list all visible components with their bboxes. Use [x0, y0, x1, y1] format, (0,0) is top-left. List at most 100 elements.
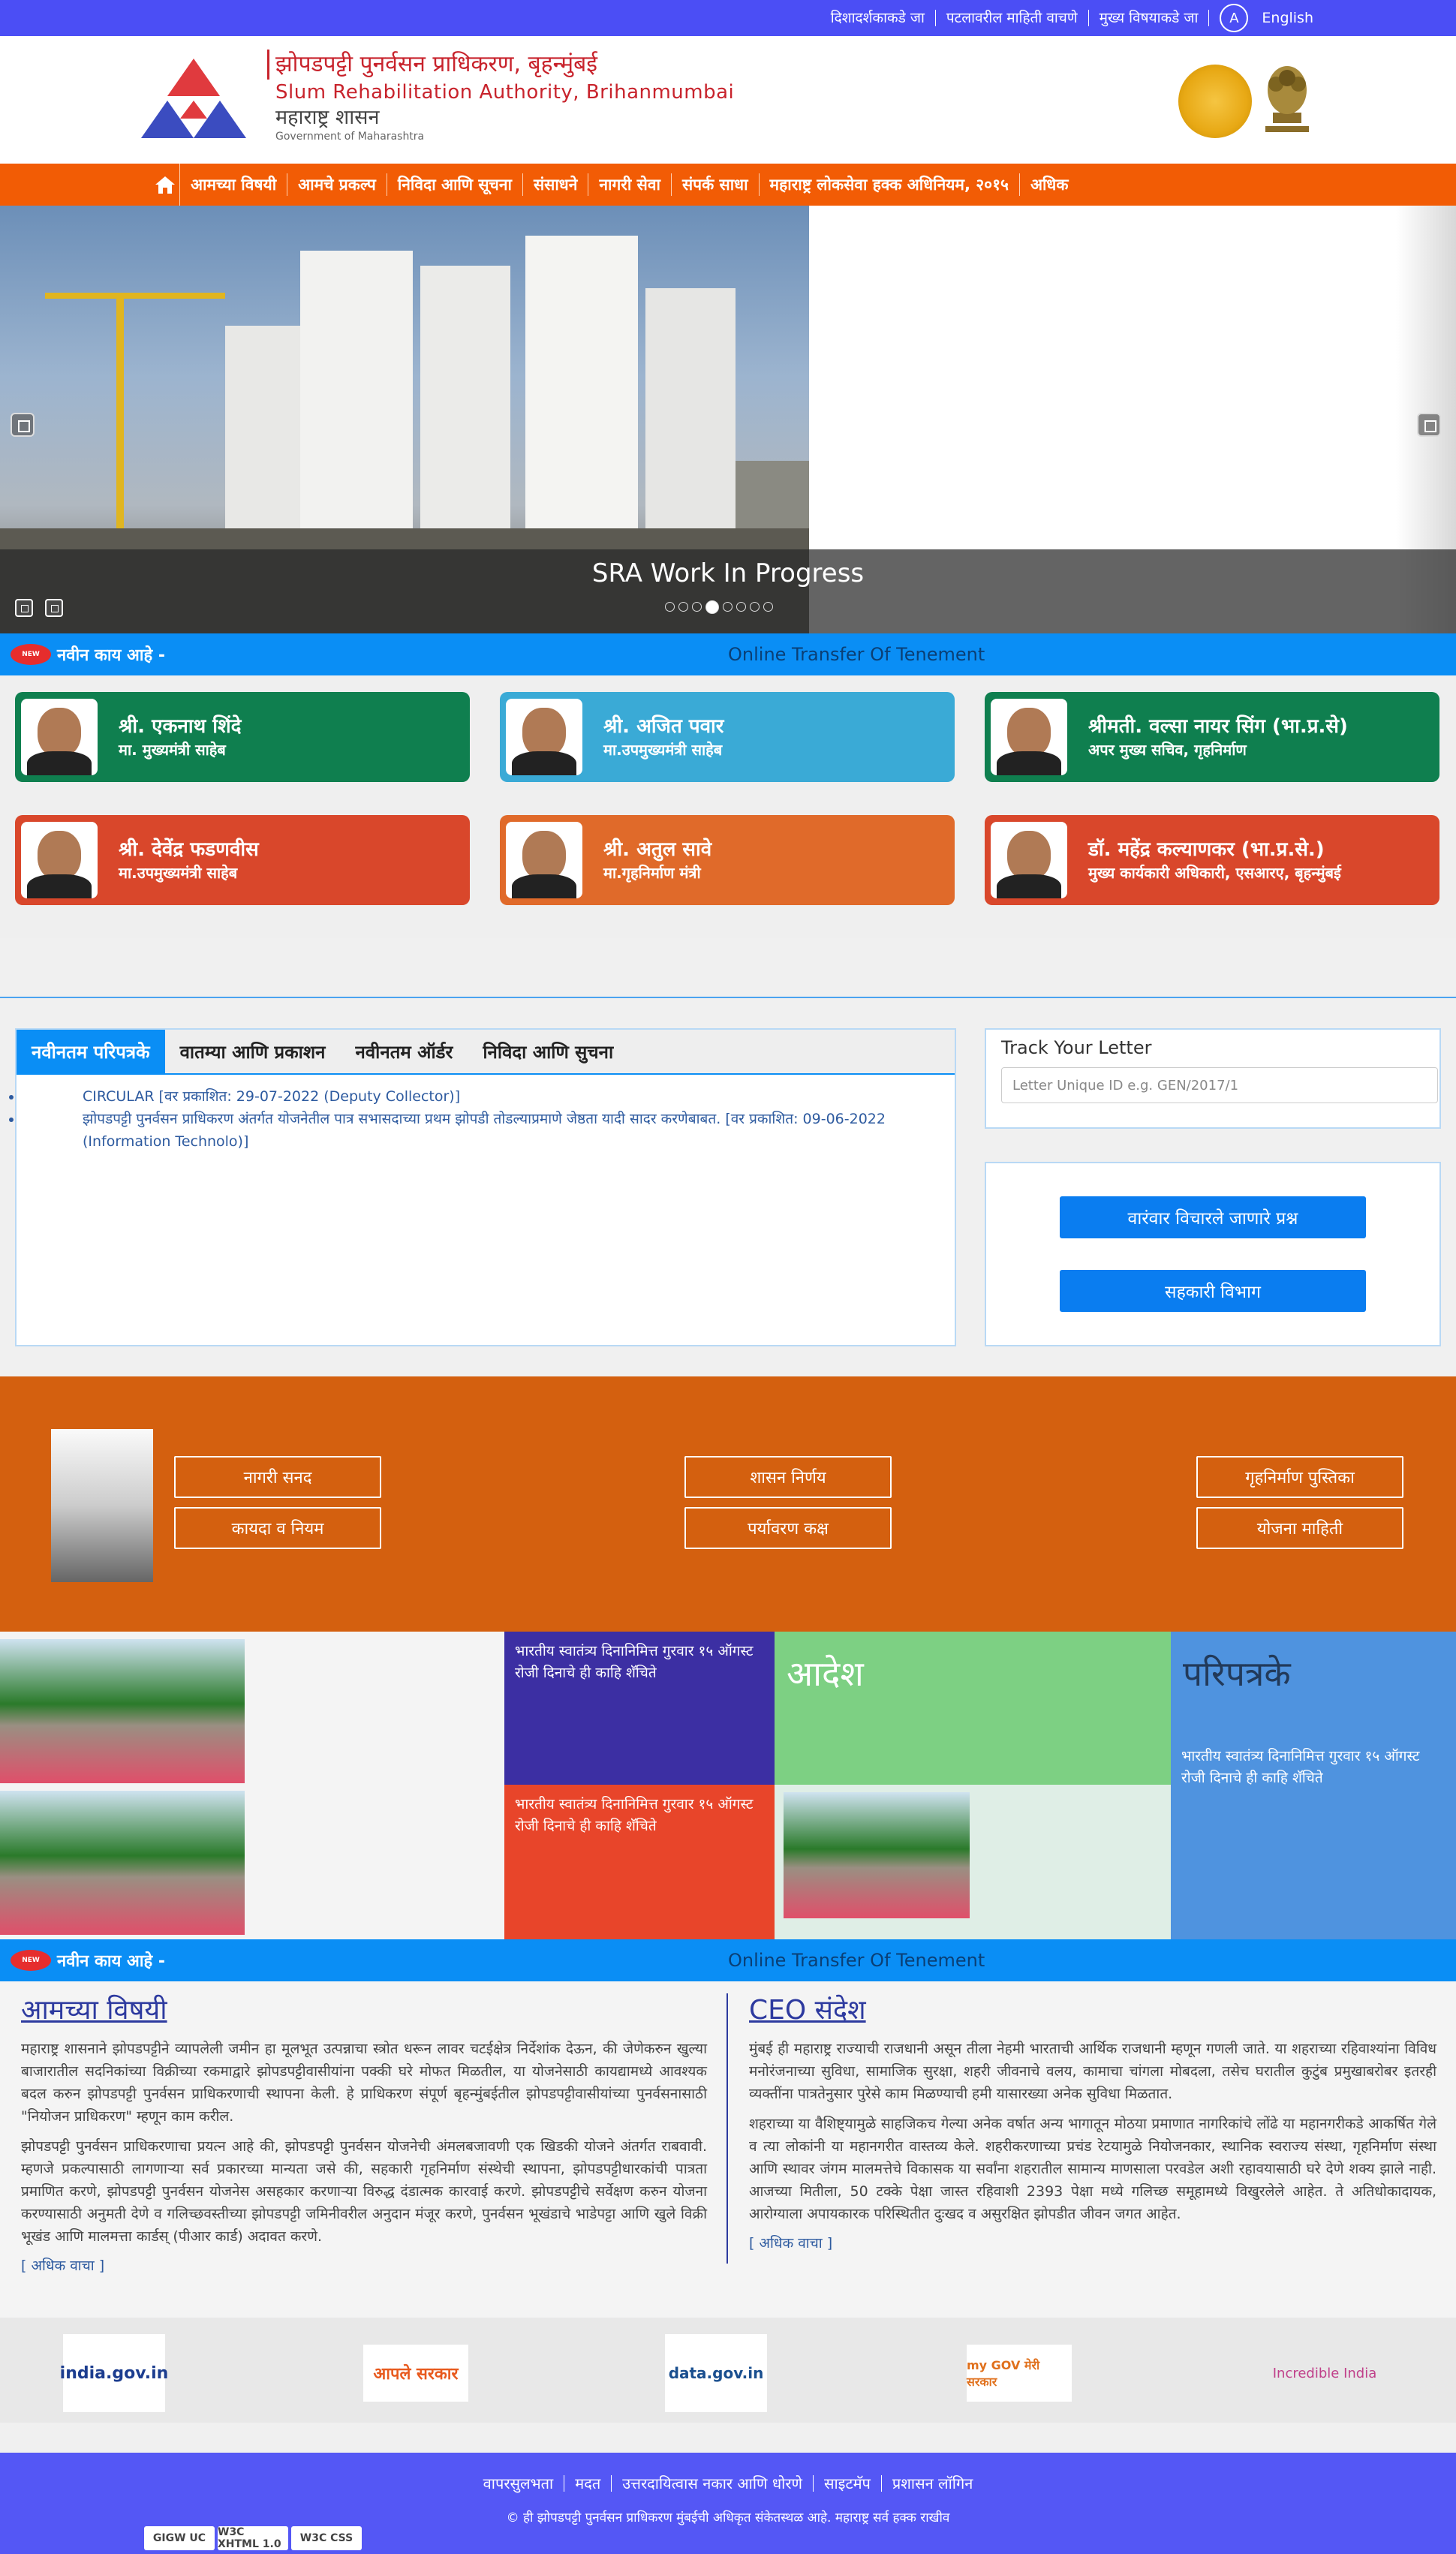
aaple-sarkar-logo[interactable]: आपले सरकार — [363, 2345, 468, 2402]
slider-dot[interactable] — [723, 602, 733, 612]
footer-links: वापरसुलभता मदत उत्तरदायित्वास नकार आणि ध… — [0, 2475, 1456, 2492]
slider-next-icon[interactable] — [1417, 413, 1441, 437]
ceo-read-more-link[interactable]: [ अधिक वाचा ] — [749, 2235, 832, 2252]
leader-role: मा.गृहनिर्माण मंत्री — [603, 864, 701, 882]
sra-logo[interactable] — [141, 59, 246, 149]
faq-button[interactable]: वारंवार विचारले जाणारे प्रश्न — [1060, 1196, 1366, 1238]
w3c-xhtml-badge[interactable]: W3C XHTML 1.0 — [218, 2526, 288, 2550]
ceo-title[interactable]: CEO संदेश — [749, 1990, 1436, 2027]
incredible-india-logo[interactable]: Incredible India — [1261, 2355, 1388, 2391]
orders-photo-tile[interactable] — [775, 1785, 1171, 1939]
event-photo[interactable] — [0, 1639, 245, 1783]
circulars-tile-text: भारतीय स्वातंत्र्य दिनानिमित्त गुरवार १५… — [1181, 1748, 1420, 1786]
whats-new-marquee-link[interactable]: Online Transfer Of Tenement — [728, 1950, 985, 1971]
nav-contact-us[interactable]: संपर्क साधा — [672, 173, 760, 196]
nav-citizen-services[interactable]: नागरी सेवा — [588, 173, 672, 196]
environment-cell-button[interactable]: पर्यावरण कक्ष — [684, 1507, 892, 1549]
site-header: झोपडपट्टी पुनर्वसन प्राधिकरण, बृहन्मुंबई… — [0, 36, 1456, 164]
whats-new-marquee-link[interactable]: Online Transfer Of Tenement — [728, 644, 985, 665]
nav-resources[interactable]: संसाधने — [523, 173, 589, 196]
partner-logos: india.gov.in आपले सरकार data.gov.in my G… — [0, 2318, 1456, 2423]
circulars-tile[interactable]: परिपत्रके भारतीय स्वातंत्र्य दिनानिमित्त… — [1171, 1632, 1456, 1939]
circular-link[interactable]: CIRCULAR [वर प्रकाशित: 29-07-2022 (Deput… — [83, 1088, 460, 1105]
tab-latest-orders[interactable]: नवीनतम ऑर्डर — [341, 1030, 468, 1073]
track-letter-box: Track Your Letter Letter Unique ID e.g. … — [985, 1028, 1441, 1129]
footer-accessibility-link[interactable]: वापरसुलभता — [473, 2475, 565, 2492]
about-title[interactable]: आमच्या विषयी — [21, 1990, 707, 2027]
slider-play-icon[interactable] — [45, 599, 63, 617]
circulars-tile-title: परिपत्रके — [1183, 1653, 1291, 1694]
slider-prev-icon[interactable] — [11, 413, 35, 437]
data-gov-logo[interactable]: data.gov.in — [665, 2334, 767, 2412]
gigw-badge[interactable]: GIGW UC — [144, 2526, 215, 2550]
tab-tenders-notices[interactable]: निविदा आणि सुचना — [468, 1030, 628, 1073]
slider-dot[interactable] — [736, 602, 746, 612]
screen-reader-link[interactable]: पटलावरील माहिती वाचणे — [936, 10, 1089, 26]
nav-tenders-notices[interactable]: निविदा आणि सूचना — [387, 173, 523, 196]
leader-name: श्री. अतुल सावे — [603, 838, 712, 861]
acts-rules-button[interactable]: कायदा व नियम — [174, 1507, 381, 1549]
home-icon[interactable] — [150, 164, 180, 206]
orders-tile[interactable]: आदेश — [775, 1632, 1171, 1785]
maharashtra-seal-icon — [1178, 65, 1252, 138]
list-item[interactable]: झोपडपट्टी पुनर्वसन प्राधिकरण अंतर्गत योज… — [23, 1108, 940, 1153]
latest-updates-tabs: नवीनतम परिपत्रके वातम्या आणि प्रकाशन नवी… — [15, 1028, 956, 1346]
skip-to-navigation-link[interactable]: दिशादर्शकाकडे जा — [820, 10, 936, 26]
national-emblem-icon — [1265, 66, 1309, 132]
nav-about-us[interactable]: आमच्या विषयी — [180, 173, 288, 196]
accessibility-icon[interactable]: A — [1220, 4, 1249, 32]
copyright-text: © ही झोपडपट्टी पुनर्वसन प्राधिकरण मुंबईच… — [506, 2510, 950, 2525]
whats-new-label: नवीन काय आहे - — [57, 1952, 165, 1971]
slider-dots — [665, 600, 773, 614]
news-tile[interactable]: भारतीय स्वातंत्र्य दिनानिमित्त गुरवार १५… — [504, 1632, 775, 1785]
whats-new-label: नवीन काय आहे - — [57, 646, 165, 665]
slide-caption: SRA Work In Progress — [591, 558, 865, 588]
slider-dot[interactable] — [705, 600, 719, 614]
footer-admin-login-link[interactable]: प्रशासन लॉगिन — [882, 2475, 983, 2492]
nav-more[interactable]: अधिक — [1020, 173, 1079, 196]
event-photo[interactable] — [0, 1791, 245, 1935]
letter-id-input[interactable]: Letter Unique ID e.g. GEN/2017/1 — [1001, 1067, 1438, 1103]
footer-sitemap-link[interactable]: साइटमॅप — [814, 2475, 882, 2492]
government-resolutions-button[interactable]: शासन निर्णय — [684, 1456, 892, 1498]
leader-card: श्री. एकनाथ शिंदे मा. मुख्यमंत्री साहेब — [15, 692, 470, 782]
leader-photo — [991, 699, 1067, 775]
tab-latest-circulars[interactable]: नवीनतम परिपत्रके — [17, 1030, 165, 1073]
cooperative-dept-button[interactable]: सहकारी विभाग — [1060, 1270, 1366, 1312]
nav-public-services-act[interactable]: महाराष्ट्र लोकसेवा हक्क अधिनियम, २०१५ — [760, 173, 1020, 196]
about-paragraph: महाराष्ट्र शासनाने झोपडपट्टीने व्यापलेली… — [21, 2041, 707, 2125]
skip-to-main-content-link[interactable]: मुख्य विषयाकडे जा — [1089, 10, 1210, 26]
new-badge-icon: NEW — [11, 1950, 51, 1971]
about-ceo-section: आमच्या विषयी महाराष्ट्र शासनाने झोपडपट्ट… — [0, 1981, 1456, 2318]
footer-disclaimer-link[interactable]: उत्तरदायित्वास नकार आणि धोरणे — [612, 2475, 814, 2492]
slider-dot[interactable] — [678, 602, 688, 612]
language-english-link[interactable]: English — [1259, 10, 1313, 26]
slider-pause-icon[interactable] — [15, 599, 33, 617]
news-tile[interactable]: भारतीय स्वातंत्र्य दिनानिमित्त गुरवार १५… — [504, 1785, 775, 1939]
housing-booklet-button[interactable]: गृहनिर्माण पुस्तिका — [1196, 1456, 1403, 1498]
scheme-info-button[interactable]: योजना माहिती — [1196, 1507, 1403, 1549]
slider-dot[interactable] — [750, 602, 760, 612]
resources-band: नागरी सनद कायदा व नियम शासन निर्णय पर्या… — [0, 1376, 1456, 1632]
w3c-css-badge[interactable]: W3C CSS — [291, 2526, 362, 2550]
slider-dot[interactable] — [665, 602, 675, 612]
leader-card: श्रीमती. वल्सा नायर सिंग (भा.प्र.से) अपर … — [985, 692, 1439, 782]
citizen-charter-button[interactable]: नागरी सनद — [174, 1456, 381, 1498]
list-item[interactable]: CIRCULAR [वर प्रकाशित: 29-07-2022 (Deput… — [23, 1085, 940, 1108]
slider-dot[interactable] — [692, 602, 702, 612]
circular-link[interactable]: झोपडपट्टी पुनर्वसन प्राधिकरण अंतर्गत योज… — [83, 1111, 886, 1150]
compliance-badges: GIGW UC W3C XHTML 1.0 W3C CSS — [144, 2526, 362, 2550]
whats-new-bar-bottom: NEW नवीन काय आहे - Online Transfer Of Te… — [0, 1939, 1456, 1981]
slider-dot[interactable] — [763, 602, 773, 612]
circular-list: CIRCULAR [वर प्रकाशित: 29-07-2022 (Deput… — [17, 1075, 955, 1153]
about-read-more-link[interactable]: [ अधिक वाचा ] — [21, 2258, 104, 2274]
main-navigation: आमच्या विषयी आमचे प्रकल्प निविदा आणि सूच… — [0, 164, 1456, 206]
new-badge-icon: NEW — [11, 644, 51, 665]
section-divider — [0, 997, 1456, 998]
india-gov-logo[interactable]: india.gov.in — [60, 2334, 168, 2412]
mygov-logo[interactable]: my GOV मेरी सरकार — [967, 2345, 1072, 2402]
ceo-column: CEO संदेश मुंबई ही महाराष्ट्र राज्याची र… — [749, 1990, 1436, 2252]
footer-help-link[interactable]: मदत — [564, 2475, 612, 2492]
nav-our-projects[interactable]: आमचे प्रकल्प — [287, 173, 387, 196]
tab-news-publications[interactable]: वातम्या आणि प्रकाशन — [165, 1030, 341, 1073]
